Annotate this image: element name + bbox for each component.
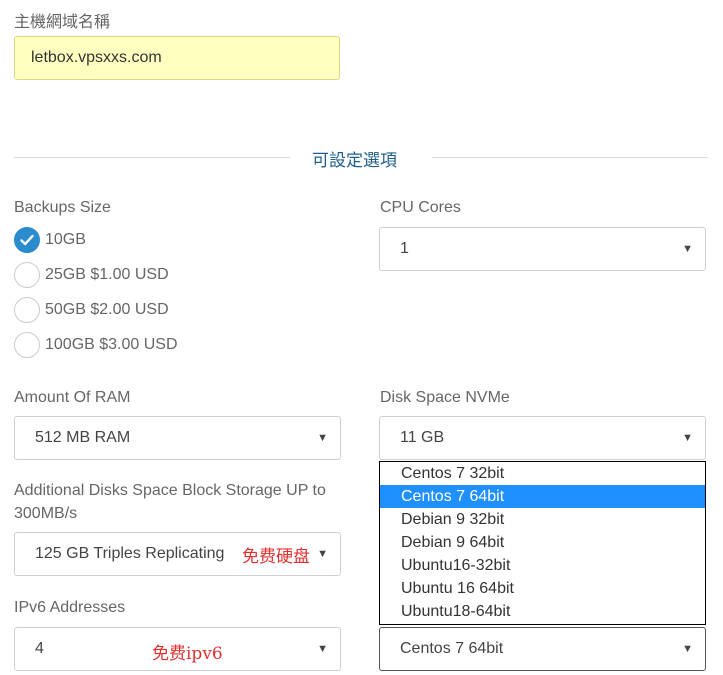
os-option[interactable]: Ubuntu18-64bit xyxy=(380,600,705,623)
os-option-highlighted[interactable]: Centos 7 64bit xyxy=(380,485,705,508)
disk-space-label: Disk Space NVMe xyxy=(380,389,510,406)
cpu-cores-label: CPU Cores xyxy=(380,199,461,216)
radio-checked-icon[interactable] xyxy=(14,227,40,253)
cpu-cores-value: 1 xyxy=(400,240,409,257)
os-select[interactable]: Centos 7 64bit ▼ xyxy=(379,627,706,671)
radio-unchecked-icon[interactable] xyxy=(14,262,40,288)
additional-disks-value: 125 GB Triples Replicating xyxy=(35,545,225,562)
os-option[interactable]: Ubuntu16-32bit xyxy=(380,554,705,577)
os-dropdown-list[interactable]: Centos 7 32bit Centos 7 64bit Debian 9 3… xyxy=(379,461,706,625)
divider-left xyxy=(14,157,290,158)
backup-option-label: 25GB $1.00 USD xyxy=(45,266,169,283)
free-disk-note: 免费硬盘 xyxy=(242,547,310,567)
os-value: Centos 7 64bit xyxy=(400,640,504,657)
backup-option-label: 10GB xyxy=(45,231,86,248)
dropdown-arrow-icon: ▼ xyxy=(682,243,693,255)
ipv6-value: 4 xyxy=(35,640,44,657)
backup-option-label: 100GB $3.00 USD xyxy=(45,336,178,353)
ram-value: 512 MB RAM xyxy=(35,429,131,446)
os-option[interactable]: Ubuntu 16 64bit xyxy=(380,577,705,600)
dropdown-arrow-icon: ▼ xyxy=(317,548,328,560)
dropdown-arrow-icon: ▼ xyxy=(317,643,328,655)
ram-select[interactable]: 512 MB RAM ▼ xyxy=(14,416,341,460)
backup-option-label: 50GB $2.00 USD xyxy=(45,301,169,318)
dropdown-arrow-icon: ▼ xyxy=(682,432,693,444)
os-option[interactable]: Debian 9 32bit xyxy=(380,508,705,531)
backup-option-100gb[interactable]: 100GB $3.00 USD xyxy=(14,331,178,359)
ipv6-label: IPv6 Addresses xyxy=(14,599,126,616)
hostname-input[interactable]: letbox.vpsxxs.com xyxy=(14,36,340,80)
os-option[interactable]: Debian 9 64bit xyxy=(380,531,705,554)
dropdown-arrow-icon: ▼ xyxy=(317,432,328,444)
radio-unchecked-icon[interactable] xyxy=(14,297,40,323)
ram-label: Amount Of RAM xyxy=(14,389,131,406)
backup-option-50gb[interactable]: 50GB $2.00 USD xyxy=(14,296,169,324)
hostname-label: 主機網域名稱 xyxy=(14,14,111,31)
additional-disks-label-line2: 300MB/s xyxy=(14,505,78,522)
cpu-cores-select[interactable]: 1 ▼ xyxy=(379,227,706,271)
disk-space-value: 11 GB xyxy=(400,429,445,446)
dropdown-arrow-icon: ▼ xyxy=(682,643,693,655)
additional-disks-label-line1: Additional Disks Space Block Storage UP … xyxy=(14,482,326,499)
divider-right xyxy=(432,157,708,158)
section-title: 可設定選項 xyxy=(312,151,397,170)
backup-option-25gb[interactable]: 25GB $1.00 USD xyxy=(14,261,169,289)
os-option[interactable]: Centos 7 32bit xyxy=(380,462,705,485)
backup-option-10gb[interactable]: 10GB xyxy=(14,226,86,254)
radio-unchecked-icon[interactable] xyxy=(14,332,40,358)
backups-size-label: Backups Size xyxy=(14,199,111,216)
disk-space-select[interactable]: 11 GB ▼ xyxy=(379,416,706,460)
free-ipv6-note: 免费ipv6 xyxy=(152,644,223,664)
